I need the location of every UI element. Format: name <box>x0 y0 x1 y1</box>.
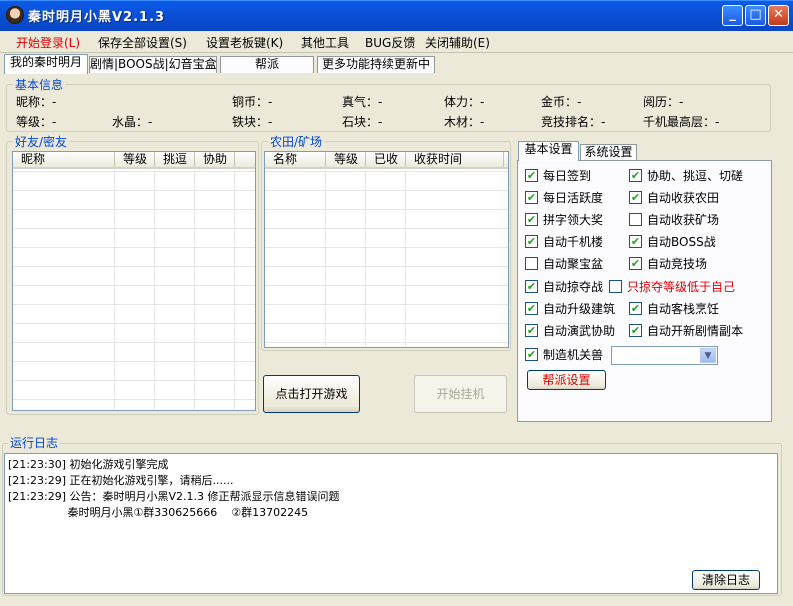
auto-arena-label[interactable]: 自动竞技场 <box>647 255 707 272</box>
menu-other-tools[interactable]: 其他工具 <box>301 34 349 51</box>
auto-plunder-label[interactable]: 自动掠夺战 <box>543 278 603 295</box>
stone-value: 石块：- <box>342 115 383 129</box>
daily-activity-label[interactable]: 每日活跃度 <box>543 189 603 206</box>
daily-activity-checkbox[interactable]: ✔ <box>525 191 538 204</box>
farm-list-body <box>265 171 508 347</box>
close-button[interactable]: ✕ <box>768 5 789 26</box>
col-harvest-time[interactable]: 收获时间 <box>406 152 504 167</box>
zhenqi-value: 真气：- <box>342 95 383 109</box>
tab-guild[interactable]: 帮派 <box>220 56 314 73</box>
auto-harvest-farm-label[interactable]: 自动收获农田 <box>647 189 719 206</box>
col-farm-level[interactable]: 等级 <box>326 152 366 167</box>
crystal-value: 水晶：- <box>112 115 153 129</box>
plunder-lower-only-label[interactable]: 只掠夺等级低于自己 <box>627 278 735 295</box>
chevron-down-icon[interactable]: ▼ <box>700 348 716 363</box>
make-beast-label[interactable]: 制造机关兽 <box>543 346 603 363</box>
log-line: [21:23:29] 公告：秦时明月小黑V2.1.3 修正帮派显示信息错误问题 <box>8 490 340 503</box>
auto-upgrade-checkbox[interactable]: ✔ <box>525 302 538 315</box>
make-beast-checkbox[interactable]: ✔ <box>525 348 538 361</box>
auto-martial-assist-checkbox[interactable]: ✔ <box>525 324 538 337</box>
auto-new-story-label[interactable]: 自动开新剧情副本 <box>647 322 743 339</box>
auto-plunder-checkbox[interactable]: ✔ <box>525 280 538 293</box>
auto-inn-cooking-checkbox[interactable]: ✔ <box>629 302 642 315</box>
auto-treasure-checkbox[interactable] <box>525 257 538 270</box>
copper-value: 铜币：- <box>232 95 273 109</box>
log-output[interactable]: [21:23:30] 初始化游戏引擎完成 [21:23:29] 正在初始化游戏引… <box>4 453 778 594</box>
iron-value: 铁块：- <box>232 115 273 129</box>
log-line: 秦时明月小黑①群330625666 ②群13702245 <box>8 506 309 519</box>
daily-signin-label[interactable]: 每日签到 <box>543 167 591 184</box>
basic-info-title: 基本信息 <box>13 76 66 93</box>
menu-start-login[interactable]: 开始登录(L) <box>16 34 80 51</box>
friends-list[interactable]: 昵称 等级 挑逗 协助 <box>12 151 256 411</box>
window-title: 秦时明月小黑V2.1.3 <box>28 10 166 25</box>
tab-more[interactable]: 更多功能持续更新中 <box>317 56 435 73</box>
plunder-lower-only-checkbox[interactable] <box>609 280 622 293</box>
friends-list-header: 昵称 等级 挑逗 协助 <box>13 152 255 169</box>
friends-list-body <box>13 171 255 410</box>
tab-my-qin[interactable]: 我的秦时明月 <box>4 54 88 74</box>
menu-close-helper[interactable]: 关闭辅助(E) <box>425 34 490 51</box>
wood-value: 木材：- <box>444 115 485 129</box>
farm-list-header: 名称 等级 已收 收获时间 <box>265 152 508 169</box>
col-assist[interactable]: 协助 <box>195 152 235 167</box>
maximize-button[interactable]: □ <box>745 5 766 26</box>
col-nickname[interactable]: 昵称 <box>13 152 115 167</box>
tab-story-boss[interactable]: 剧情|BOOS战|幻音宝盒 <box>89 56 217 73</box>
auto-harvest-mine-checkbox[interactable] <box>629 213 642 226</box>
col-name[interactable]: 名称 <box>265 152 326 167</box>
pinzi-prize-label[interactable]: 拼字领大奖 <box>543 211 603 228</box>
auto-treasure-label[interactable]: 自动聚宝盆 <box>543 255 603 272</box>
col-harvested[interactable]: 已收 <box>366 152 406 167</box>
app-icon <box>6 6 24 24</box>
beast-select[interactable]: ▼ <box>611 346 718 365</box>
guild-settings-button[interactable]: 帮派设置 <box>527 370 606 390</box>
arena-rank-value: 竞技排名：- <box>541 115 606 129</box>
auto-arena-checkbox[interactable]: ✔ <box>629 257 642 270</box>
pinzi-prize-checkbox[interactable]: ✔ <box>525 213 538 226</box>
auto-qianji-label[interactable]: 自动千机楼 <box>543 233 603 250</box>
auto-new-story-checkbox[interactable]: ✔ <box>629 324 642 337</box>
auto-boss-checkbox[interactable]: ✔ <box>629 235 642 248</box>
menu-bug-feedback[interactable]: BUG反馈 <box>365 34 415 51</box>
nickname-value: 昵称：- <box>16 95 57 109</box>
start-hangup-button[interactable]: 开始挂机 <box>414 375 507 413</box>
auto-upgrade-label[interactable]: 自动升级建筑 <box>543 300 615 317</box>
auto-harvest-farm-checkbox[interactable]: ✔ <box>629 191 642 204</box>
tab-basic-settings[interactable]: 基本设置 <box>518 141 579 161</box>
col-tease[interactable]: 挑逗 <box>155 152 195 167</box>
daily-signin-checkbox[interactable]: ✔ <box>525 169 538 182</box>
log-line: [21:23:29] 正在初始化游戏引擎，请稍后...... <box>8 474 234 487</box>
log-line: [21:23:30] 初始化游戏引擎完成 <box>8 458 169 471</box>
minimize-button[interactable]: _ <box>722 5 743 26</box>
qianji-floor-value: 千机最高层：- <box>643 115 720 129</box>
auto-martial-assist-label[interactable]: 自动演武协助 <box>543 322 615 339</box>
clear-log-button[interactable]: 清除日志 <box>692 570 760 590</box>
open-game-button[interactable]: 点击打开游戏 <box>263 375 360 413</box>
menu-boss-key[interactable]: 设置老板键(K) <box>206 34 283 51</box>
farm-list[interactable]: 名称 等级 已收 收获时间 <box>264 151 509 348</box>
tab-system-settings[interactable]: 系统设置 <box>580 144 637 160</box>
log-title: 运行日志 <box>8 434 61 451</box>
friends-title: 好友/密友 <box>13 133 70 150</box>
farm-title: 农田/矿场 <box>268 133 325 150</box>
experience-value: 阅历：- <box>643 95 684 109</box>
auto-qianji-checkbox[interactable]: ✔ <box>525 235 538 248</box>
auto-harvest-mine-label[interactable]: 自动收获矿场 <box>647 211 719 228</box>
stamina-value: 体力：- <box>444 95 485 109</box>
auto-inn-cooking-label[interactable]: 自动客栈烹饪 <box>647 300 719 317</box>
gold-value: 金币：- <box>541 95 582 109</box>
auto-boss-label[interactable]: 自动BOSS战 <box>647 233 716 250</box>
level-value: 等级：- <box>16 115 57 129</box>
assist-tease-label[interactable]: 协助、挑逗、切磋 <box>647 167 743 184</box>
menu-save-settings[interactable]: 保存全部设置(S) <box>98 34 187 51</box>
col-level[interactable]: 等级 <box>115 152 155 167</box>
assist-tease-checkbox[interactable]: ✔ <box>629 169 642 182</box>
